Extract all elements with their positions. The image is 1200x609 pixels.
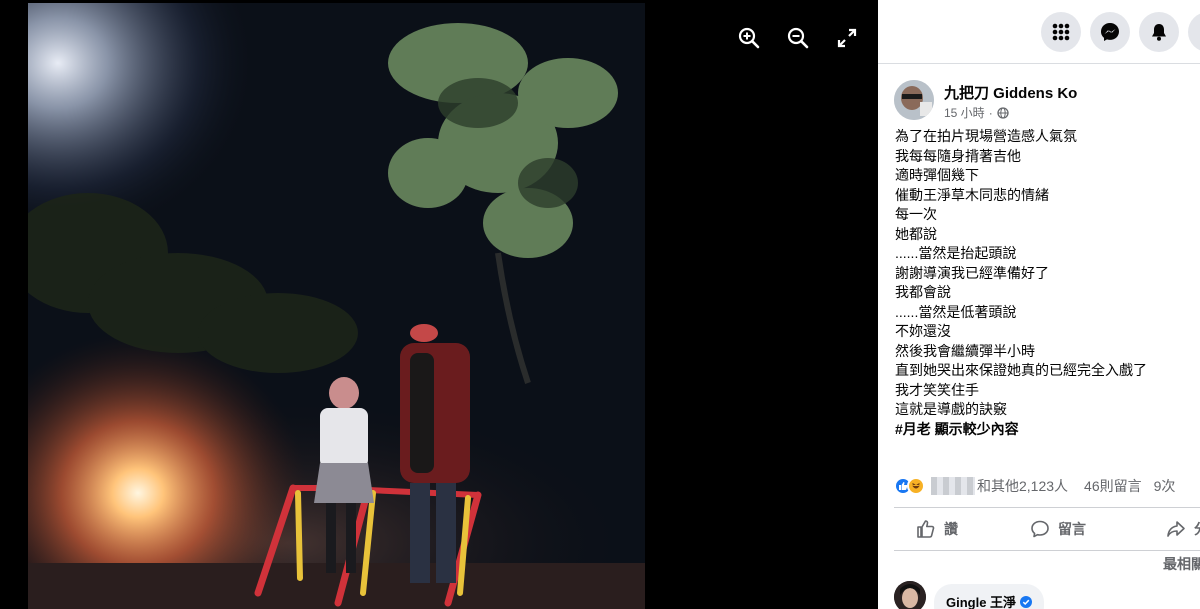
commenter-name[interactable]: Gingle 王淨 (946, 595, 1016, 609)
see-less-link[interactable]: 顯示較少內容 (935, 421, 1019, 437)
post-line: 每一次 (895, 206, 937, 222)
post-line: 不妳還沒 (895, 323, 951, 339)
post-tag-line: #月老 顯示較少內容 (895, 420, 1195, 440)
post-line: 謝謝導演我已經準備好了 (895, 264, 1049, 281)
fullscreen-button[interactable] (831, 22, 863, 54)
post-line: 我都會說 (895, 284, 951, 300)
like-label: 讚 (944, 521, 958, 537)
like-button[interactable]: 讚 (916, 519, 958, 539)
thumbs-up-icon (917, 520, 935, 538)
fullscreen-icon (837, 28, 857, 48)
post-line: 為了在拍片現場營造感人氣氛 (895, 128, 1077, 144)
post-photo[interactable] (28, 3, 645, 609)
comment-label: 留言 (1058, 521, 1086, 537)
menu-grid-icon (1052, 23, 1070, 41)
zoom-in-icon (738, 27, 760, 49)
comment-button[interactable]: 留言 (1030, 519, 1086, 539)
post-meta: 15 小時 · (944, 104, 1009, 121)
blurred-reactor-names (931, 477, 975, 495)
notifications-button[interactable] (1139, 12, 1179, 52)
night-scene-image (28, 3, 645, 609)
hashtag-link[interactable]: #月老 (895, 421, 931, 437)
comment-bubble: Gingle 王淨 (934, 584, 1044, 609)
photo-viewer (0, 0, 878, 609)
zoom-in-button[interactable] (733, 22, 765, 54)
notifications-bell-icon (1152, 24, 1166, 41)
post-line: 適時彈個幾下 (895, 167, 979, 183)
author-avatar-image (894, 80, 934, 120)
comments-count[interactable]: 46則留言 (1084, 476, 1142, 496)
laughing-face-glyph (912, 483, 920, 489)
messenger-button[interactable] (1090, 12, 1130, 52)
menu-button[interactable] (1041, 12, 1081, 52)
post-line: 我每每隨身揹著吉他 (895, 147, 1021, 164)
post-line: 我才笑笑住手 (895, 381, 979, 398)
post-time[interactable]: 15 小時 (944, 104, 985, 121)
top-bar (878, 0, 1200, 64)
comment-bubble-icon (1031, 520, 1049, 538)
post-body: 為了在拍片現場營造感人氣氛 我每每隨身揹著吉他 適時彈個幾下 催動王淨草木同悲的… (895, 127, 1195, 439)
share-label: 分享 (1194, 519, 1200, 539)
post-line: 她都說 (895, 225, 937, 242)
reactions-summary: 和其他2,123人 46則留言 9次 (894, 474, 1200, 498)
post-author-name[interactable]: 九把刀 Giddens Ko (944, 82, 1077, 103)
post-panel: 九把刀 Giddens Ko 15 小時 · 為了在拍片現場營造感人氣氛 我每每… (878, 64, 1200, 609)
post-line: ......當然是低著頭說 (895, 303, 1017, 320)
globe-icon[interactable] (997, 106, 1009, 119)
comment-sort-dropdown[interactable]: 最相關 (1163, 554, 1200, 574)
share-button[interactable]: 分享 (1166, 519, 1200, 539)
post-line: 催動王淨草木同悲的情緒 (895, 186, 1049, 203)
reactions-count[interactable]: 和其他2,123人 (977, 476, 1068, 496)
share-arrow-icon (1167, 521, 1185, 537)
verified-badge-icon (1019, 596, 1032, 608)
post-line: 這就是導戲的訣竅 (895, 401, 1007, 417)
messenger-icon (1101, 23, 1119, 41)
commenter-avatar[interactable] (894, 581, 926, 609)
haha-reaction-icon[interactable] (907, 477, 925, 495)
zoom-out-icon (787, 27, 809, 49)
shares-count[interactable]: 9次 (1154, 476, 1176, 496)
post-line: ......當然是抬起頭說 (895, 245, 1017, 261)
post-line: 然後我會繼續彈半小時 (895, 342, 1035, 359)
meta-separator: · (988, 105, 993, 120)
zoom-out-button[interactable] (782, 22, 814, 54)
commenter-avatar-image (894, 581, 926, 609)
post-actions: 讚 留言 分享 (894, 507, 1200, 551)
account-button[interactable] (1188, 12, 1200, 52)
author-avatar[interactable] (894, 80, 934, 120)
post-line: 直到她哭出來保證她真的已經完全入戲了 (895, 362, 1147, 378)
